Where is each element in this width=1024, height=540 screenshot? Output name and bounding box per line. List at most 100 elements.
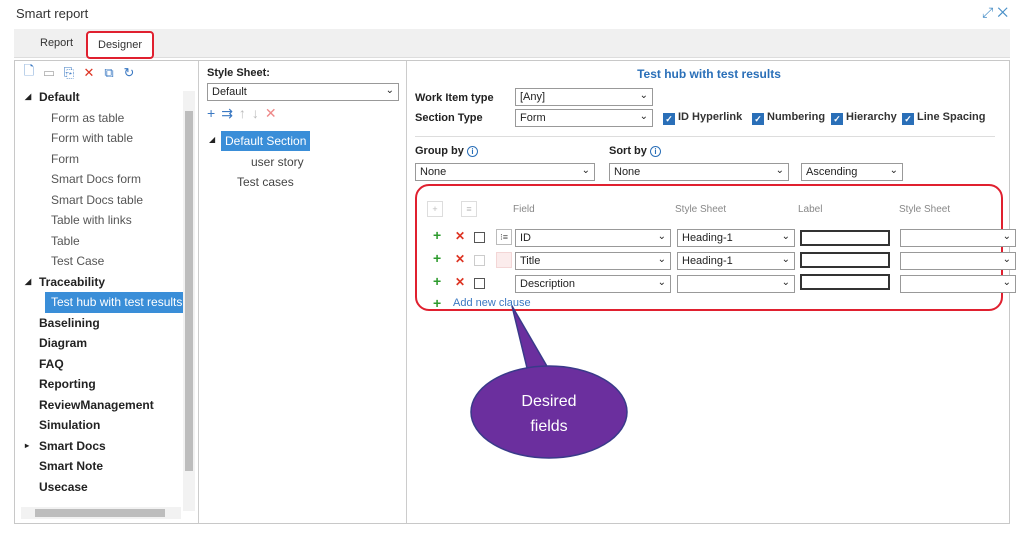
chevron-down-icon: ⌄ [639,90,648,101]
tree-group[interactable]: FAQ [15,354,183,375]
tree-toolbar: 🗋 ▭ ⎘ ✕ ⧉ ↻ [15,61,198,85]
line-spacing-checkbox[interactable]: ✓ Line Spacing [902,111,985,125]
tree-group[interactable]: Baselining [15,313,183,334]
section-item[interactable]: Test cases [237,175,294,189]
tree-item[interactable]: Form [15,149,183,170]
info-icon[interactable]: i [466,146,478,157]
chevron-down-icon: ⌄ [657,277,666,288]
scroll-thumb[interactable] [35,509,165,517]
copy-icon[interactable]: ⧉ [101,65,117,81]
indent-icon[interactable]: ⇉ [221,105,233,122]
tree-item[interactable]: Form with table [15,128,183,149]
add-new-clause-icon[interactable]: + [433,295,441,311]
add-new-clause-link[interactable]: Add new clause [453,297,531,309]
info-icon[interactable]: i [649,146,661,157]
label-input[interactable] [800,252,890,268]
add-clause-icon[interactable]: + [433,273,441,289]
scroll-thumb[interactable] [185,111,193,471]
field-select[interactable]: Title ⌄ [515,252,671,270]
remove-clause-icon[interactable]: ✕ [455,229,465,243]
id-hyperlink-checkbox[interactable]: ✓ ID Hyperlink [663,111,742,125]
tree-group-default[interactable]: ◢ Default [15,87,183,108]
style-sheet-select[interactable]: Default ⌄ [207,83,399,101]
field-select[interactable]: Description ⌄ [515,275,671,293]
style-select[interactable]: Heading-1 ⌄ [677,229,795,247]
chevron-down-icon: ⌄ [889,165,898,176]
section-type-select[interactable]: Form ⌄ [515,109,653,127]
remove-clause-icon[interactable]: ✕ [455,275,465,289]
tab-report[interactable]: Report [30,33,83,57]
check-icon: ✓ [831,113,843,125]
row-checkbox[interactable] [474,255,485,266]
add-clause-icon[interactable]: + [433,227,441,243]
report-tree-pane: 🗋 ▭ ⎘ ✕ ⧉ ↻ ◢ Default Form as table Form … [15,61,199,523]
style-select-2[interactable]: ⌄ [900,252,1016,270]
tree-group[interactable]: Usecase [15,477,183,498]
sort-by-select[interactable]: None ⌄ [609,163,789,181]
tree-item[interactable]: Table with links [15,210,183,231]
row-checkbox[interactable] [474,278,485,289]
section-item[interactable]: user story [251,155,304,169]
group-by-label: Group by i [415,145,478,157]
label-input[interactable] [800,230,890,246]
add-document-icon[interactable]: 🗋 [21,62,37,84]
hierarchy-icon[interactable]: ⁝≡ [496,229,512,245]
tree-item-selected[interactable]: Test hub with test results [45,292,183,313]
close-icon[interactable]: ✕ [997,4,1012,20]
column-label: Label [798,204,823,215]
tree-group-traceability[interactable]: ◢ Traceability [15,272,183,293]
delete-icon[interactable]: ✕ [81,65,97,81]
window-controls: ⤢✕ [982,4,1012,21]
add-section-icon[interactable]: + [207,105,215,122]
save-as-icon[interactable]: ⎘ [61,65,77,81]
remove-section-icon[interactable]: ✕ [265,105,277,122]
save-icon[interactable]: ▭ [41,65,57,81]
tree-vertical-scrollbar[interactable] [183,91,195,511]
hierarchy-icon[interactable] [496,252,512,268]
tree-item[interactable]: Test Case [15,251,183,272]
field-select[interactable]: ID ⌄ [515,229,671,247]
chevron-down-icon: ⌄ [1002,254,1011,265]
tree-horizontal-scrollbar[interactable] [21,507,181,519]
tab-bar: Report Designer [14,29,1010,59]
tree-group[interactable]: ReviewManagement [15,395,183,416]
tree-group[interactable]: Simulation [15,415,183,436]
collapse-arrow-icon[interactable]: ◢ [25,272,31,293]
tree-item[interactable]: Table [15,231,183,252]
move-down-icon[interactable]: ↓ [252,105,259,122]
chevron-down-icon: ⌄ [1002,231,1011,242]
hierarchy-checkbox[interactable]: ✓ Hierarchy [831,111,897,125]
add-row-icon[interactable]: + [427,201,443,217]
refresh-icon[interactable]: ↻ [121,65,137,81]
sections-pane: Style Sheet: Default ⌄ + ⇉ ↑ ↓ ✕ ◢ Defaul… [201,61,407,523]
work-item-type-select[interactable]: [Any] ⌄ [515,88,653,106]
check-icon: ✓ [902,113,914,125]
tree-item[interactable]: Form as table [15,108,183,129]
tree-item[interactable]: Smart Docs form [15,169,183,190]
row-checkbox[interactable] [474,232,485,243]
style-select-2[interactable]: ⌄ [900,229,1016,247]
group-by-select[interactable]: None ⌄ [415,163,595,181]
expand-arrow-icon[interactable]: ▸ [25,436,29,457]
tab-designer[interactable]: Designer [86,31,155,59]
label-input[interactable] [800,274,890,290]
collapse-arrow-icon[interactable]: ◢ [209,135,215,144]
expand-icon[interactable]: ⤢ [982,4,997,20]
tree-group[interactable]: Reporting [15,374,183,395]
style-select[interactable]: Heading-1 ⌄ [677,252,795,270]
tree-group-smart-docs[interactable]: ▸ Smart Docs [15,436,183,457]
section-default[interactable]: Default Section [221,131,311,151]
list-icon[interactable]: ≡ [461,201,477,217]
style-select-2[interactable]: ⌄ [900,275,1016,293]
tree-item[interactable]: Smart Docs table [15,190,183,211]
numbering-checkbox[interactable]: ✓ Numbering [752,111,825,125]
sort-order-select[interactable]: Ascending ⌄ [801,163,903,181]
remove-clause-icon[interactable]: ✕ [455,252,465,266]
check-icon: ✓ [752,113,764,125]
collapse-arrow-icon[interactable]: ◢ [25,87,31,108]
tree-group[interactable]: Smart Note [15,456,183,477]
style-select[interactable]: ⌄ [677,275,795,293]
tree-group[interactable]: Diagram [15,333,183,354]
add-clause-icon[interactable]: + [433,250,441,266]
move-up-icon[interactable]: ↑ [239,105,246,122]
